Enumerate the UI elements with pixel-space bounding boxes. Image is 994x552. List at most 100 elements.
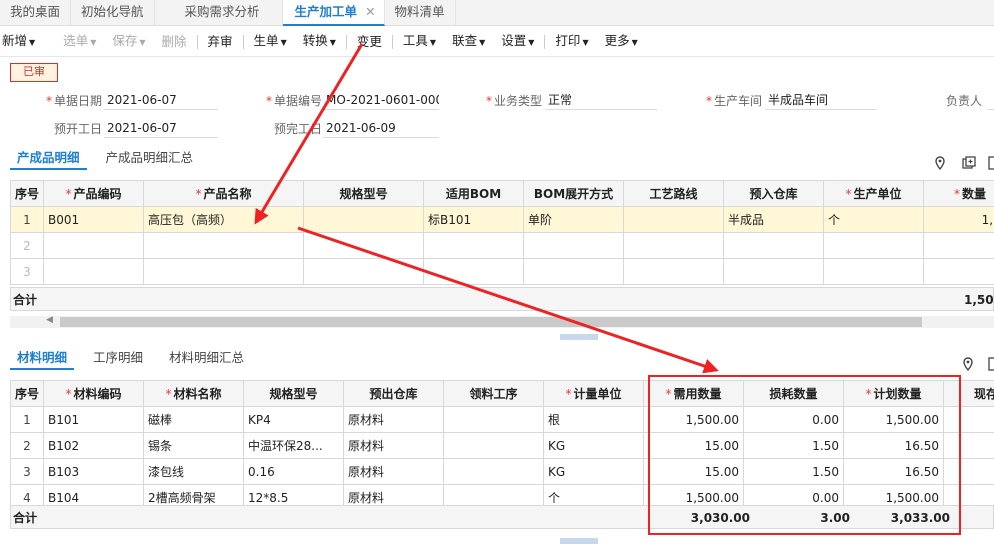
unit-cell[interactable]: 个 <box>823 206 924 233</box>
document-icon[interactable] <box>988 357 994 375</box>
generate-order-button[interactable]: 生单 ▼ <box>246 26 295 58</box>
product-code-cell[interactable]: B001 <box>43 206 144 233</box>
material-code-cell[interactable]: B102 <box>43 432 144 459</box>
route-cell[interactable] <box>623 206 724 233</box>
stock-cell[interactable] <box>943 458 994 485</box>
biz-type-field[interactable]: 正常 <box>545 90 657 110</box>
tab-production-order[interactable]: 生产加工单 ✕ <box>282 0 385 26</box>
bom-cell[interactable]: 标B101 <box>423 206 524 233</box>
document-icon[interactable] <box>988 156 994 174</box>
stock-cell[interactable] <box>943 432 994 459</box>
process-cell[interactable] <box>443 458 544 485</box>
cell[interactable] <box>523 232 624 259</box>
cell[interactable] <box>143 258 304 285</box>
tab-init-nav[interactable]: 初始化导航 <box>71 0 155 26</box>
splitter-handle[interactable] <box>560 334 598 340</box>
more-button[interactable]: 更多 ▼ <box>597 26 646 58</box>
cell[interactable] <box>823 232 924 259</box>
warehouse-cell[interactable]: 原材料 <box>343 458 444 485</box>
plan-qty-cell[interactable]: 16.50 <box>843 458 944 485</box>
warehouse-cell[interactable]: 原材料 <box>343 432 444 459</box>
new-button[interactable]: 新增 ▼ <box>0 26 43 58</box>
loss-qty-cell[interactable]: 1.50 <box>743 458 844 485</box>
location-pin-icon[interactable] <box>934 156 946 174</box>
tab-purchase-demand[interactable]: 采购需求分析 <box>155 0 283 26</box>
need-qty-cell[interactable]: 1,500.00 <box>643 406 744 433</box>
material-name-cell[interactable]: 锡条 <box>143 432 244 459</box>
material-name-cell[interactable]: 漆包线 <box>143 458 244 485</box>
warehouse-cell[interactable]: 原材料 <box>343 406 444 433</box>
scroll-left-icon[interactable]: ◀ <box>46 315 53 325</box>
tab-bom[interactable]: 物料清单 <box>385 0 456 26</box>
settings-button[interactable]: 设置 ▼ <box>493 26 542 58</box>
table-row[interactable]: 3 B103 漆包线 0.16 原材料 KG 15.00 1.50 16.50 <box>10 458 994 485</box>
print-button[interactable]: 打印 ▼ <box>547 26 596 58</box>
plan-end-field[interactable]: 2021-06-09 <box>323 118 439 138</box>
save-button[interactable]: 保存 ▼ <box>104 26 153 58</box>
tools-button[interactable]: 工具 ▼ <box>395 26 444 58</box>
spec-cell[interactable]: 0.16 <box>243 458 344 485</box>
spec-cell[interactable]: 中温环保28... <box>243 432 344 459</box>
tab-product-summary[interactable]: 产成品明细汇总 <box>99 148 201 170</box>
expand-cell[interactable]: 单阶 <box>523 206 624 233</box>
cell[interactable] <box>423 232 524 259</box>
table-row[interactable]: 3 <box>10 258 994 285</box>
need-qty-cell[interactable]: 15.00 <box>643 458 744 485</box>
table-row[interactable]: 1 B001 高压包（高频） 标B101 单阶 半成品 个 1,500 <box>10 206 994 233</box>
cell[interactable] <box>823 258 924 285</box>
tab-desktop[interactable]: 我的桌面 <box>0 0 72 26</box>
material-code-cell[interactable]: B101 <box>43 406 144 433</box>
unaudit-button[interactable]: 弃审 <box>200 27 241 57</box>
stock-cell[interactable] <box>943 406 994 433</box>
copy-icon[interactable] <box>962 156 976 174</box>
need-qty-cell[interactable]: 15.00 <box>643 432 744 459</box>
unit-cell[interactable]: KG <box>543 458 644 485</box>
spec-cell[interactable] <box>303 206 424 233</box>
process-cell[interactable] <box>443 406 544 433</box>
tab-material-summary[interactable]: 材料明细汇总 <box>162 348 251 370</box>
date-field[interactable]: 2021-06-07 <box>104 90 218 110</box>
cell[interactable] <box>523 258 624 285</box>
cell[interactable] <box>423 258 524 285</box>
cell[interactable] <box>303 258 424 285</box>
horizontal-scrollbar[interactable]: ◀ <box>10 315 994 328</box>
document-no-field[interactable]: MO-2021-0601-0001 <box>323 90 439 110</box>
product-name-cell[interactable]: 高压包（高频） <box>143 206 304 233</box>
query-button[interactable]: 联查 ▼ <box>444 26 493 58</box>
spec-cell[interactable]: KP4 <box>243 406 344 433</box>
splitter-handle[interactable] <box>560 538 598 544</box>
scrollbar-thumb[interactable] <box>60 317 922 327</box>
workshop-field[interactable]: 半成品车间 <box>765 90 877 110</box>
change-button[interactable]: 变更 <box>349 27 390 57</box>
table-row[interactable]: 1 B101 磁棒 KP4 原材料 根 1,500.00 0.00 1,500.… <box>10 406 994 433</box>
material-name-cell[interactable]: 磁棒 <box>143 406 244 433</box>
plan-qty-cell[interactable]: 16.50 <box>843 432 944 459</box>
qty-cell[interactable]: 1,500 <box>923 206 994 233</box>
process-cell[interactable] <box>443 432 544 459</box>
delete-button[interactable]: 删除 <box>154 27 195 57</box>
tab-process-detail[interactable]: 工序明细 <box>86 348 150 370</box>
tab-product-detail[interactable]: 产成品明细 <box>10 148 87 170</box>
owner-field[interactable] <box>987 90 994 110</box>
unit-cell[interactable]: 根 <box>543 406 644 433</box>
cell[interactable] <box>43 258 144 285</box>
close-icon[interactable]: ✕ <box>365 4 375 19</box>
unit-cell[interactable]: KG <box>543 432 644 459</box>
plan-qty-cell[interactable]: 1,500.00 <box>843 406 944 433</box>
location-pin-icon[interactable] <box>962 357 974 375</box>
cell[interactable] <box>723 232 824 259</box>
cell[interactable] <box>923 258 994 285</box>
cell[interactable] <box>623 232 724 259</box>
plan-start-field[interactable]: 2021-06-07 <box>104 118 218 138</box>
cell[interactable] <box>43 232 144 259</box>
material-code-cell[interactable]: B103 <box>43 458 144 485</box>
tab-material-detail[interactable]: 材料明细 <box>10 348 75 370</box>
pick-button[interactable]: 选单 ▼ <box>55 26 104 58</box>
warehouse-cell[interactable]: 半成品 <box>723 206 824 233</box>
loss-qty-cell[interactable]: 0.00 <box>743 406 844 433</box>
convert-button[interactable]: 转换 ▼ <box>295 26 344 58</box>
cell[interactable] <box>623 258 724 285</box>
loss-qty-cell[interactable]: 1.50 <box>743 432 844 459</box>
table-row[interactable]: 2 B102 锡条 中温环保28... 原材料 KG 15.00 1.50 16… <box>10 432 994 459</box>
cell[interactable] <box>923 232 994 259</box>
